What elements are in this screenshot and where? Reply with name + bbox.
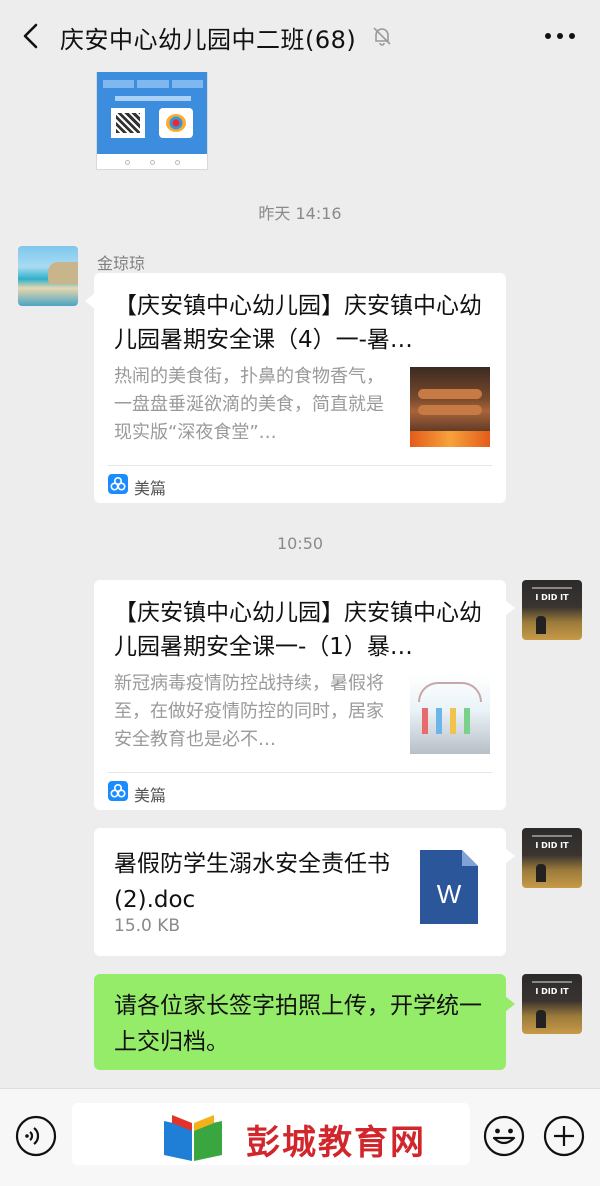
link-card-description: 热闹的美食街，扑鼻的食物香气，一盘盘垂涎欲滴的美食，简直就是现实版“深夜食堂”… bbox=[114, 366, 384, 443]
link-card-title: 【庆安镇中心幼儿园】庆安镇中心幼儿园暑期安全课（4）一-暑… bbox=[114, 293, 482, 353]
link-card-thumbnail bbox=[410, 367, 490, 447]
file-message[interactable]: 暑假防学生溺水安全责任书(2).doc 15.0 KB W bbox=[94, 828, 515, 956]
self-avatar[interactable]: I DID IT bbox=[522, 828, 582, 888]
link-card-description: 新冠病毒疫情防控战持续，暑假将至，在做好疫情防控的同时，居家安全教育也是必不… bbox=[114, 673, 384, 750]
input-bar: 彭城教育网 bbox=[0, 1088, 600, 1186]
back-arrow-icon[interactable] bbox=[14, 18, 50, 54]
more-options-icon[interactable] bbox=[542, 22, 578, 50]
file-size: 15.0 KB bbox=[114, 916, 181, 936]
file-name: 暑假防学生溺水安全责任书(2).doc bbox=[114, 851, 390, 913]
timestamp: 10:50 bbox=[276, 534, 324, 553]
self-avatar[interactable]: I DID IT bbox=[522, 974, 582, 1034]
qr-code-image bbox=[111, 108, 145, 138]
meipian-logo-icon bbox=[108, 781, 128, 801]
link-card-thumbnail bbox=[410, 674, 490, 754]
self-avatar[interactable]: I DID IT bbox=[522, 580, 582, 640]
emoji-icon[interactable] bbox=[482, 1114, 526, 1158]
link-card-title: 【庆安镇中心幼儿园】庆安镇中心幼儿园暑期安全课一-（1）暴… bbox=[114, 600, 482, 660]
link-card-message[interactable]: 【庆安镇中心幼儿园】庆安镇中心幼儿园暑期安全课一-（1）暴… 新冠病毒疫情防控战… bbox=[94, 580, 515, 810]
chat-header: 庆安中心幼儿园中二班(68) bbox=[0, 0, 600, 72]
link-card-message[interactable]: 【庆安镇中心幼儿园】庆安镇中心幼儿园暑期安全课（4）一-暑… 热闹的美食街，扑鼻… bbox=[85, 273, 506, 503]
voice-input-icon[interactable] bbox=[14, 1114, 58, 1158]
sender-avatar[interactable] bbox=[18, 246, 78, 306]
avatar-text: I DID IT bbox=[535, 593, 569, 602]
word-icon-letter: W bbox=[437, 879, 462, 909]
mini-program-code-image bbox=[159, 108, 193, 138]
meipian-logo-icon bbox=[108, 474, 128, 494]
link-card-source: 美篇 bbox=[134, 479, 167, 498]
watermark-text: 彭城教育网 bbox=[246, 1123, 426, 1163]
chat-title: 庆安中心幼儿园中二班(68) bbox=[60, 26, 357, 54]
watermark-logo bbox=[164, 1115, 222, 1161]
add-more-icon[interactable] bbox=[542, 1114, 586, 1158]
avatar-text: I DID IT bbox=[535, 987, 569, 996]
word-document-icon: W bbox=[420, 850, 478, 924]
message-input[interactable]: 彭城教育网 bbox=[72, 1103, 470, 1165]
sender-name: 金琼琼 bbox=[97, 254, 146, 273]
timestamp: 昨天 14:16 bbox=[258, 204, 342, 223]
text-message-bubble[interactable]: 请各位家长签字拍照上传，开学统一上交归档。 bbox=[94, 974, 515, 1070]
text-message-content: 请各位家长签字拍照上传，开学统一上交归档。 bbox=[114, 993, 482, 1055]
avatar-text: I DID IT bbox=[535, 841, 569, 850]
link-card-source: 美篇 bbox=[134, 786, 167, 805]
mute-bell-icon bbox=[373, 27, 391, 46]
shared-image-message[interactable] bbox=[96, 72, 208, 170]
